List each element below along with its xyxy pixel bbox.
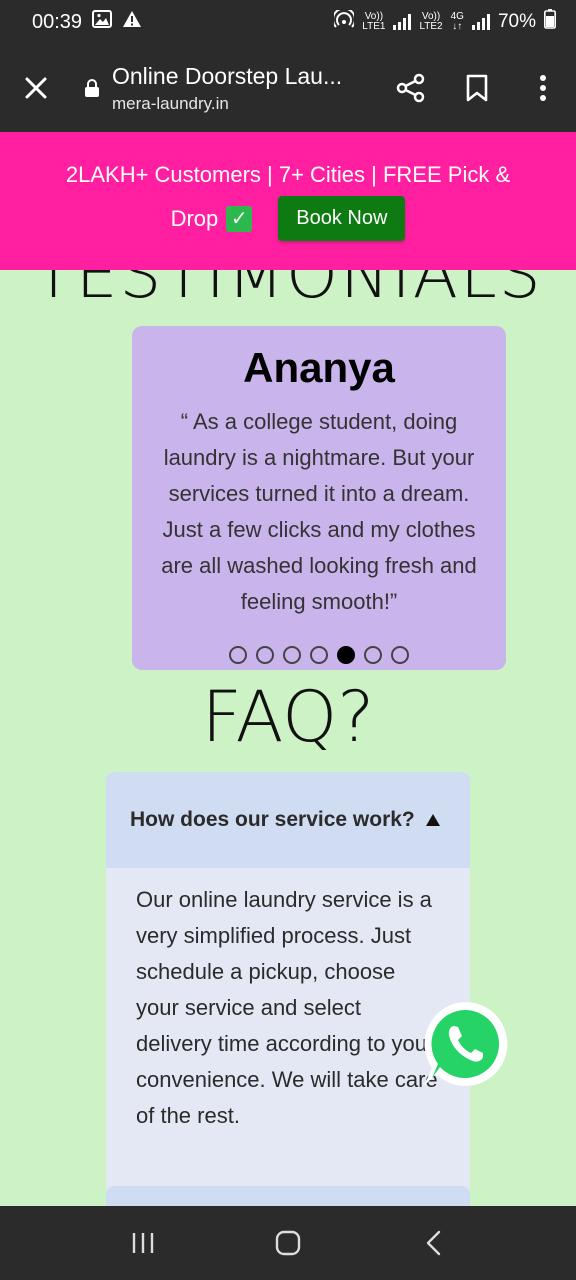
gallery-icon (92, 10, 113, 34)
testimonial-name: Ananya (243, 344, 395, 391)
page-title: Online Doorstep Lau... (112, 62, 343, 89)
system-nav-bar (0, 1206, 576, 1280)
faq-question: How does our service work? (130, 808, 415, 831)
clock: 00:39 (32, 10, 83, 33)
signal-icon (471, 14, 490, 30)
back-icon[interactable] (403, 1213, 463, 1273)
status-bar: 00:39 Vo)) LTE1 Vo)) LTE2 4G ↓↑ 70% (0, 0, 576, 44)
promo-text: 2LAKH+ Customers | 7+ Cities | FREE Pick… (65, 162, 511, 187)
whatsapp-icon[interactable] (418, 996, 514, 1092)
more-icon[interactable] (510, 44, 576, 132)
promo-text-2: Drop (170, 205, 219, 231)
carousel-dot[interactable] (283, 646, 301, 664)
book-now-button[interactable]: Book Now (278, 196, 406, 241)
testimonial-card: Ananya “ As a college student, doing lau… (132, 326, 506, 670)
home-icon[interactable] (258, 1213, 318, 1273)
battery-percent: 70% (497, 11, 536, 32)
recents-icon[interactable] (113, 1213, 173, 1273)
sim1-label: Vo)) LTE1 (362, 11, 386, 32)
hotspot-icon (332, 7, 357, 34)
battery-icon (544, 9, 556, 35)
share-icon[interactable] (378, 44, 444, 132)
carousel-dot[interactable] (256, 646, 274, 664)
carousel-dot[interactable] (391, 646, 409, 664)
network-type: 4G ↓↑ (450, 11, 464, 32)
testimonial-quote: “ As a college student, doing laundry is… (161, 409, 477, 614)
sim2-label: Vo)) LTE2 (419, 11, 443, 32)
faq-heading: FAQ? (201, 676, 375, 758)
carousel-dot[interactable] (364, 646, 382, 664)
faq-answer: Our online laundry service is a very sim… (136, 887, 438, 1128)
url-block[interactable]: Online Doorstep Lau... mera-laundry.in (112, 63, 378, 114)
faq-accordion: How does our service work? Our online la… (106, 772, 470, 1212)
bookmark-icon[interactable] (444, 44, 510, 132)
carousel-dot[interactable] (310, 646, 328, 664)
domain-text: mera-laundry.in (112, 93, 229, 113)
check-icon: ✓ (226, 205, 253, 232)
browser-toolbar: Online Doorstep Lau... mera-laundry.in (0, 44, 576, 132)
faq-question-header[interactable]: How does our service work? (106, 772, 470, 868)
caret-up-icon[interactable] (420, 813, 446, 827)
signal-icon (393, 14, 412, 30)
lock-icon[interactable] (72, 78, 112, 98)
promo-banner: 2LAKH+ Customers | 7+ Cities | FREE Pick… (0, 132, 576, 270)
carousel-dot[interactable] (337, 646, 355, 664)
alert-icon (122, 10, 142, 34)
carousel-dot[interactable] (229, 646, 247, 664)
close-icon[interactable] (0, 44, 72, 132)
carousel-dots (132, 646, 506, 664)
